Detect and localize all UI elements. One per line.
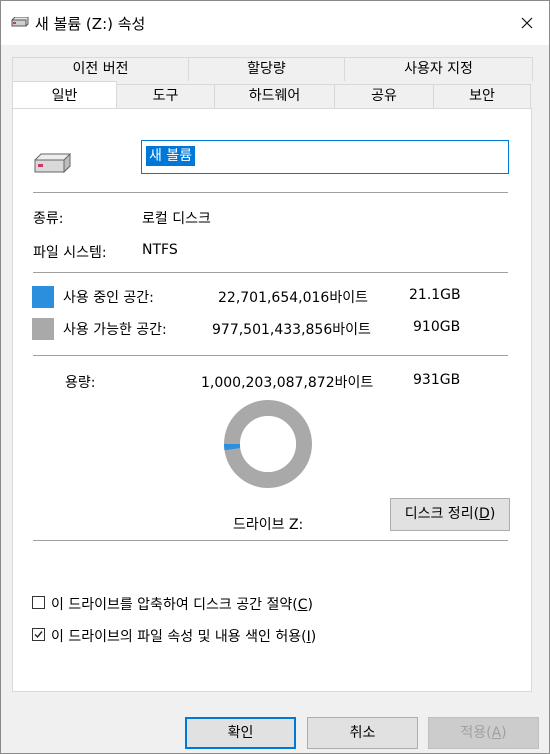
type-label: 종류:: [33, 211, 64, 227]
tab-sharing[interactable]: 공유: [334, 84, 434, 108]
disk-cleanup-accesskey: D: [479, 506, 490, 522]
tab-general[interactable]: 일반: [12, 81, 117, 108]
free-space-label: 사용 가능한 공간:: [63, 322, 167, 338]
disk-cleanup-button[interactable]: 디스크 정리(D): [390, 498, 510, 531]
drive-letter-label: 드라이브 Z:: [233, 517, 304, 533]
disk-cleanup-label: 디스크 정리(: [404, 506, 480, 522]
title-bar: 새 볼륨 (Z:) 속성: [1, 1, 549, 45]
disk-cleanup-suffix: ): [489, 506, 496, 522]
index-label[interactable]: 이 드라이브의 파일 속성 및 내용 색인 허용(I): [51, 626, 316, 646]
compress-label-suffix: ): [307, 597, 313, 613]
file-system-value: NTFS: [142, 242, 178, 258]
compress-label[interactable]: 이 드라이브를 압축하여 디스크 공간 절약(C): [51, 594, 313, 614]
close-button[interactable]: [513, 9, 541, 37]
tab-customize[interactable]: 사용자 지정: [344, 57, 533, 81]
index-label-suffix: ): [310, 629, 317, 645]
type-value: 로컬 디스크: [142, 211, 211, 227]
tab-previous-versions[interactable]: 이전 버전: [12, 57, 189, 81]
volume-name-selection: 새 볼륨: [146, 146, 196, 166]
free-space-bytes: 977,501,433,856바이트: [212, 322, 371, 338]
separator: [33, 540, 508, 541]
properties-window: 새 볼륨 (Z:) 속성 이전 버전 할당량 사용자 지정 일반 도구 하드웨어…: [0, 0, 550, 754]
compress-accesskey: C: [297, 597, 308, 613]
tab-row-bottom: 일반 도구 하드웨어 공유 보안: [12, 81, 531, 108]
apply-suffix: ): [501, 725, 507, 741]
free-space-size: 910GB: [413, 319, 461, 335]
apply-button[interactable]: 적용(A): [428, 717, 539, 749]
compress-checkbox[interactable]: [32, 596, 45, 609]
file-system-label: 파일 시스템:: [33, 245, 107, 261]
drive-icon: [34, 153, 71, 173]
index-label-text: 이 드라이브의 파일 속성 및 내용 색인 허용(: [51, 629, 307, 645]
tab-security[interactable]: 보안: [433, 84, 531, 108]
close-icon: [521, 17, 533, 29]
tab-tools[interactable]: 도구: [116, 84, 215, 108]
free-space-swatch: [32, 318, 54, 340]
apply-accesskey: A: [491, 725, 502, 741]
ok-button[interactable]: 확인: [185, 717, 296, 749]
drive-icon: [11, 17, 29, 27]
tab-row-top: 이전 버전 할당량 사용자 지정: [12, 57, 533, 81]
disk-usage-donut: [224, 400, 312, 488]
compress-label-text: 이 드라이브를 압축하여 디스크 공간 절약(: [51, 597, 298, 613]
separator: [33, 272, 508, 273]
capacity-label: 용량:: [65, 375, 96, 391]
volume-name-input[interactable]: 새 볼륨: [141, 140, 509, 174]
capacity-size: 931GB: [413, 372, 461, 388]
used-space-size: 21.1GB: [409, 287, 461, 303]
used-space-label: 사용 중인 공간:: [63, 290, 154, 306]
capacity-bytes: 1,000,203,087,872바이트: [201, 375, 374, 391]
used-space-bytes: 22,701,654,016바이트: [218, 290, 368, 306]
general-panel: 새 볼륨 종류: 로컬 디스크 파일 시스템: NTFS 사용 중인 공간: 2…: [12, 108, 532, 692]
tab-quota[interactable]: 할당량: [188, 57, 345, 81]
separator: [33, 355, 508, 356]
separator: [33, 192, 508, 193]
tab-hardware[interactable]: 하드웨어: [214, 84, 335, 108]
checkmark-icon: [34, 631, 43, 639]
window-title: 새 볼륨 (Z:) 속성: [35, 15, 146, 33]
index-checkbox[interactable]: [32, 628, 45, 641]
cancel-button[interactable]: 취소: [307, 717, 418, 749]
apply-label: 적용(: [460, 725, 492, 741]
used-space-swatch: [32, 286, 54, 308]
